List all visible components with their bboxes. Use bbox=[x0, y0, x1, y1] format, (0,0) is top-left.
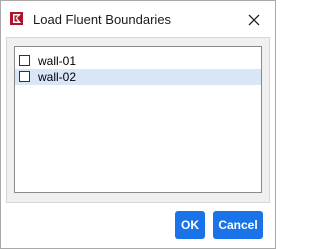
checkbox[interactable] bbox=[19, 71, 30, 82]
ok-button[interactable]: OK bbox=[175, 211, 205, 239]
list-item-label: wall-01 bbox=[38, 54, 77, 68]
list-item[interactable]: wall-02 bbox=[15, 69, 261, 85]
title-bar[interactable]: Load Fluent Boundaries bbox=[1, 1, 275, 37]
list-item[interactable]: wall-01 bbox=[15, 53, 261, 69]
close-icon[interactable] bbox=[242, 8, 266, 32]
checkbox[interactable] bbox=[19, 55, 30, 66]
cancel-button[interactable]: Cancel bbox=[213, 211, 263, 239]
window-title: Load Fluent Boundaries bbox=[33, 12, 172, 27]
load-fluent-boundaries-dialog: Load Fluent Boundaries wall-01 wall-02 O… bbox=[0, 0, 276, 249]
ansys-logo-icon bbox=[10, 12, 23, 25]
dialog-content: wall-01 wall-02 bbox=[6, 37, 270, 203]
list-item-label: wall-02 bbox=[38, 70, 77, 84]
boundaries-list[interactable]: wall-01 wall-02 bbox=[14, 46, 262, 193]
